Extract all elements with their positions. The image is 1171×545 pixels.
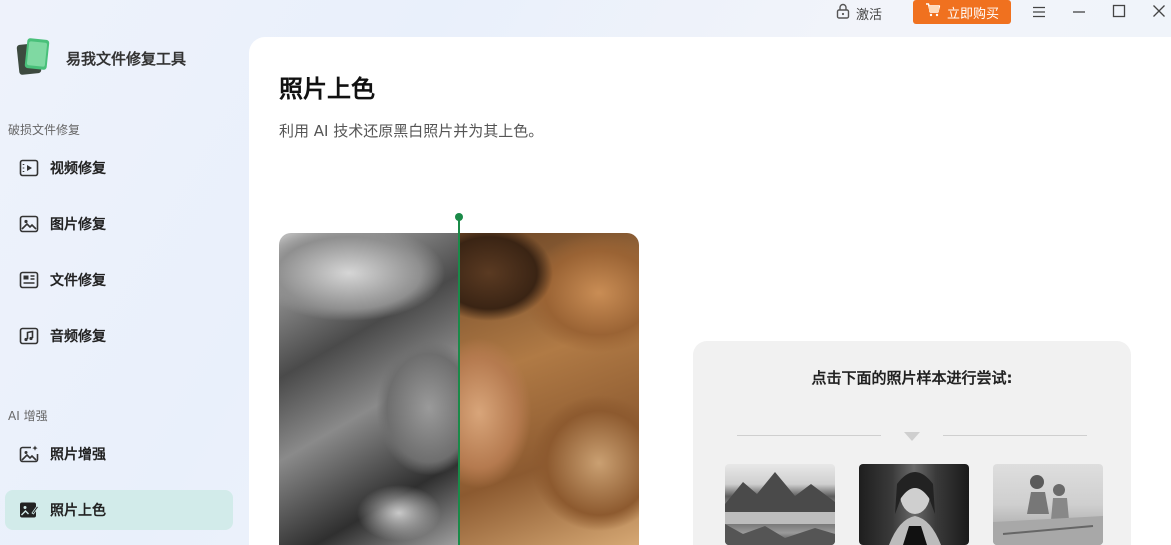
sidebar-item-image-repair[interactable]: 图片修复 xyxy=(5,204,233,244)
children-photo-thumbnail xyxy=(993,475,1103,545)
activate-label: 激活 xyxy=(856,7,883,23)
app-logo-icon xyxy=(16,36,52,80)
page-subtitle: 利用 AI 技术还原黑白照片并为其上色。 xyxy=(279,122,544,140)
woman-portrait-thumbnail xyxy=(889,472,941,545)
sidebar-item-audio-repair[interactable]: 音频修复 xyxy=(5,316,233,356)
video-icon xyxy=(18,157,40,179)
hamburger-menu-icon xyxy=(1032,3,1046,22)
main-panel: 照片上色 利用 AI 技术还原黑白照片并为其上色。 点击下面的照片样本进行尝试: xyxy=(249,37,1171,545)
sample-thumbnail-woman-portrait[interactable] xyxy=(859,464,969,545)
app-logo-area: 易我文件修复工具 xyxy=(16,36,186,80)
sample-panel-title: 点击下面的照片样本进行尝试: xyxy=(811,369,1013,387)
cart-icon xyxy=(925,3,941,21)
sample-thumbnail-mountain-lake[interactable] xyxy=(725,464,835,545)
sidebar-item-label: 照片增强 xyxy=(50,447,106,463)
sample-thumbnail-children-photo[interactable] xyxy=(993,464,1103,545)
maximize-button[interactable] xyxy=(1108,2,1130,22)
sidebar-item-photo-colorize[interactable]: 照片上色 xyxy=(5,490,233,530)
maximize-icon xyxy=(1112,3,1126,22)
sidebar-item-label: 图片修复 xyxy=(50,217,106,233)
grayscale-portrait-image xyxy=(279,233,459,545)
sidebar-item-label: 视频修复 xyxy=(50,161,106,177)
section-label-repair: 破损文件修复 xyxy=(8,123,81,137)
sample-photos-panel: 点击下面的照片样本进行尝试: xyxy=(693,341,1131,545)
close-icon xyxy=(1152,3,1166,22)
image-icon xyxy=(18,213,40,235)
minimize-button[interactable] xyxy=(1068,2,1090,22)
colorized-portrait-image xyxy=(459,233,639,545)
mountain-lake-thumbnail xyxy=(725,472,835,545)
photo-colorize-icon xyxy=(18,499,40,521)
compare-slider-line[interactable] xyxy=(458,217,460,545)
divider-line-right xyxy=(943,435,1087,436)
section-label-ai: AI 增强 xyxy=(8,409,48,423)
activate-button[interactable]: 激活 xyxy=(836,3,882,23)
divider-line-left xyxy=(737,435,881,436)
document-icon xyxy=(18,269,40,291)
app-title: 易我文件修复工具 xyxy=(66,49,187,68)
close-button[interactable] xyxy=(1148,2,1170,22)
page-title: 照片上色 xyxy=(279,75,375,103)
compare-slider-handle[interactable] xyxy=(455,213,463,221)
lock-icon xyxy=(836,3,850,23)
minimize-icon xyxy=(1072,3,1086,22)
sidebar-item-label: 音频修复 xyxy=(50,329,106,345)
sidebar-item-photo-enhance[interactable]: 照片增强 xyxy=(5,434,233,474)
sidebar: 易我文件修复工具 破损文件修复 视频修复 图片修复 文件修复 音频修复 AI 增… xyxy=(0,0,249,545)
buy-now-button[interactable]: 立即购买 xyxy=(913,0,1011,24)
sidebar-item-label: 文件修复 xyxy=(50,273,106,289)
sidebar-item-file-repair[interactable]: 文件修复 xyxy=(5,260,233,300)
sidebar-item-label: 照片上色 xyxy=(50,503,106,519)
down-arrow-icon xyxy=(904,432,920,441)
buy-now-label: 立即购买 xyxy=(946,6,999,22)
menu-button[interactable] xyxy=(1028,2,1050,22)
music-icon xyxy=(18,325,40,347)
sidebar-item-video-repair[interactable]: 视频修复 xyxy=(5,148,233,188)
photo-enhance-icon xyxy=(18,443,40,465)
